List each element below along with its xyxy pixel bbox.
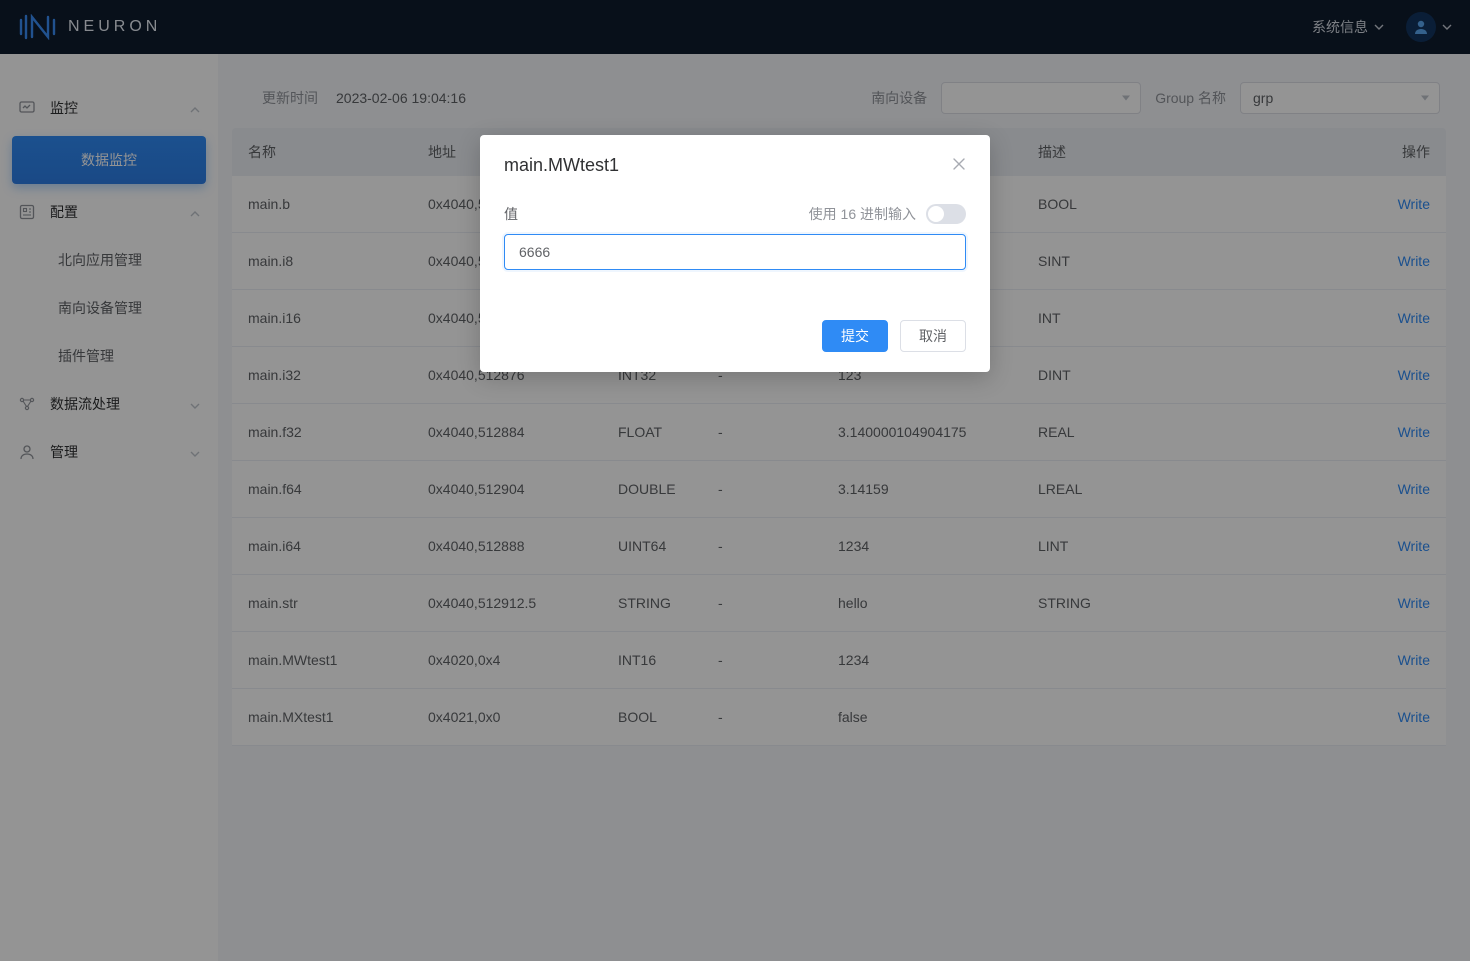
value-label: 值 [504,204,518,224]
modal-overlay[interactable]: main.MWtest1 值 使用 16 进制输入 提交 取消 [0,0,1470,961]
value-input[interactable] [504,234,966,270]
modal-title: main.MWtest1 [504,155,619,176]
write-modal: main.MWtest1 值 使用 16 进制输入 提交 取消 [480,135,990,372]
cancel-button[interactable]: 取消 [900,320,966,352]
close-icon[interactable] [952,155,966,176]
submit-button[interactable]: 提交 [822,320,888,352]
hex-toggle[interactable] [926,204,966,224]
hex-input-label: 使用 16 进制输入 [809,204,916,224]
